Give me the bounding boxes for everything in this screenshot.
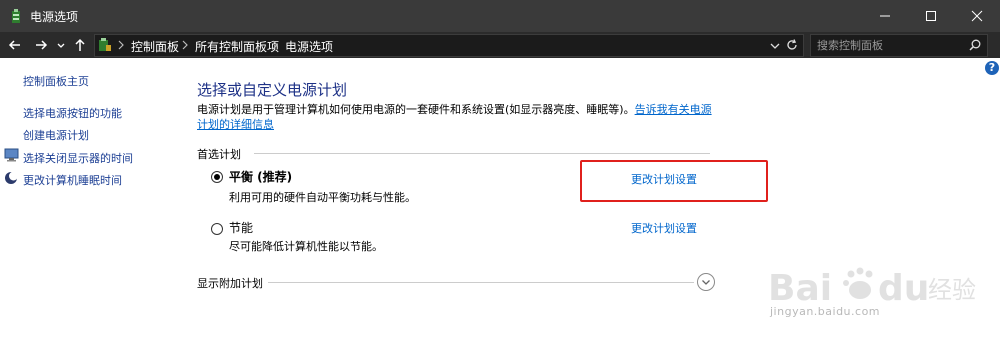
control-panel-icon <box>99 38 111 51</box>
search-input[interactable] <box>817 37 957 53</box>
plan-power-saver-description: 尽可能降低计算机性能以节能。 <box>229 240 383 253</box>
radio-selected-dot <box>214 174 220 180</box>
plan-balanced-description: 利用可用的硬件自动平衡功耗与性能。 <box>229 191 416 204</box>
address-bar: 控制面板 所有控制面板项 电源选项 <box>0 32 1000 58</box>
arrow-up-icon <box>75 38 85 51</box>
page-title: 选择或自定义电源计划 <box>197 81 348 99</box>
chevron-down-icon <box>702 280 710 285</box>
highlight-annotation-box <box>580 160 768 202</box>
sidebar-home-link[interactable]: 控制面板主页 <box>23 73 89 89</box>
preferred-plans-label: 首选计划 <box>197 148 241 161</box>
breadcrumb-separator-icon <box>272 40 278 50</box>
address-dropdown-icon[interactable] <box>769 40 781 52</box>
watermark-url: jingyan.baidu.com <box>770 305 881 318</box>
plan-power-saver-radio[interactable] <box>211 223 223 235</box>
breadcrumb-power-options[interactable]: 电源选项 <box>285 38 333 55</box>
plan-balanced-radio[interactable] <box>211 171 223 183</box>
address-box[interactable]: 控制面板 所有控制面板项 电源选项 <box>94 34 804 57</box>
back-button[interactable] <box>6 36 24 54</box>
close-button[interactable] <box>954 0 1000 32</box>
search-box[interactable] <box>810 34 988 57</box>
chevron-down-icon <box>57 43 65 48</box>
power-options-icon <box>12 9 20 23</box>
up-button[interactable] <box>71 36 89 54</box>
refresh-icon[interactable] <box>785 38 799 52</box>
maximize-icon <box>926 11 936 21</box>
title-bar: 电源选项 <box>0 0 1000 32</box>
search-icon[interactable] <box>968 38 982 52</box>
additional-plans-label[interactable]: 显示附加计划 <box>197 275 263 291</box>
description-text: 电源计划是用于管理计算机如何使用电源的一套硬件和系统设置(如显示器亮度、睡眠等)… <box>197 103 635 116</box>
breadcrumb-separator-icon <box>118 40 124 50</box>
breadcrumb-control-panel[interactable]: 控制面板 <box>131 38 179 55</box>
plan-balanced-name[interactable]: 平衡 (推荐) <box>229 168 292 185</box>
close-icon <box>971 10 983 22</box>
arrow-left-icon <box>8 40 20 50</box>
breadcrumb-all-items[interactable]: 所有控制面板项 <box>195 38 279 55</box>
baidu-jingyan-watermark-logo: Bai du 经验 <box>768 267 976 309</box>
svg-text:Bai: Bai <box>768 268 832 309</box>
sidebar-item-power-buttons[interactable]: 选择电源按钮的功能 <box>23 105 122 121</box>
minimize-icon <box>880 15 890 17</box>
sidebar-item-sleep-time[interactable]: 更改计算机睡眠时间 <box>23 172 122 188</box>
svg-text:du: du <box>878 268 929 309</box>
sidebar-item-create-plan[interactable]: 创建电源计划 <box>23 127 89 143</box>
monitor-icon <box>4 148 19 162</box>
sleep-moon-icon <box>5 171 18 184</box>
expand-additional-plans-button[interactable] <box>697 273 715 291</box>
recent-locations-button[interactable] <box>55 36 67 54</box>
section-divider <box>254 153 710 154</box>
help-icon[interactable]: ? <box>985 61 999 75</box>
minimize-button[interactable] <box>862 0 908 32</box>
svg-text:经验: 经验 <box>928 276 976 304</box>
maximize-button[interactable] <box>908 0 954 32</box>
forward-button[interactable] <box>32 36 50 54</box>
breadcrumb-separator-icon <box>182 40 188 50</box>
arrow-right-icon <box>36 40 48 50</box>
plan-power-saver-name[interactable]: 节能 <box>229 219 253 236</box>
page-description: 电源计划是用于管理计算机如何使用电源的一套硬件和系统设置(如显示器亮度、睡眠等)… <box>197 102 717 132</box>
section-divider <box>268 282 694 283</box>
sidebar-item-display-off[interactable]: 选择关闭显示器的时间 <box>23 150 133 166</box>
window-title: 电源选项 <box>30 10 79 24</box>
plan-power-saver-change-settings-link[interactable]: 更改计划设置 <box>631 220 697 236</box>
